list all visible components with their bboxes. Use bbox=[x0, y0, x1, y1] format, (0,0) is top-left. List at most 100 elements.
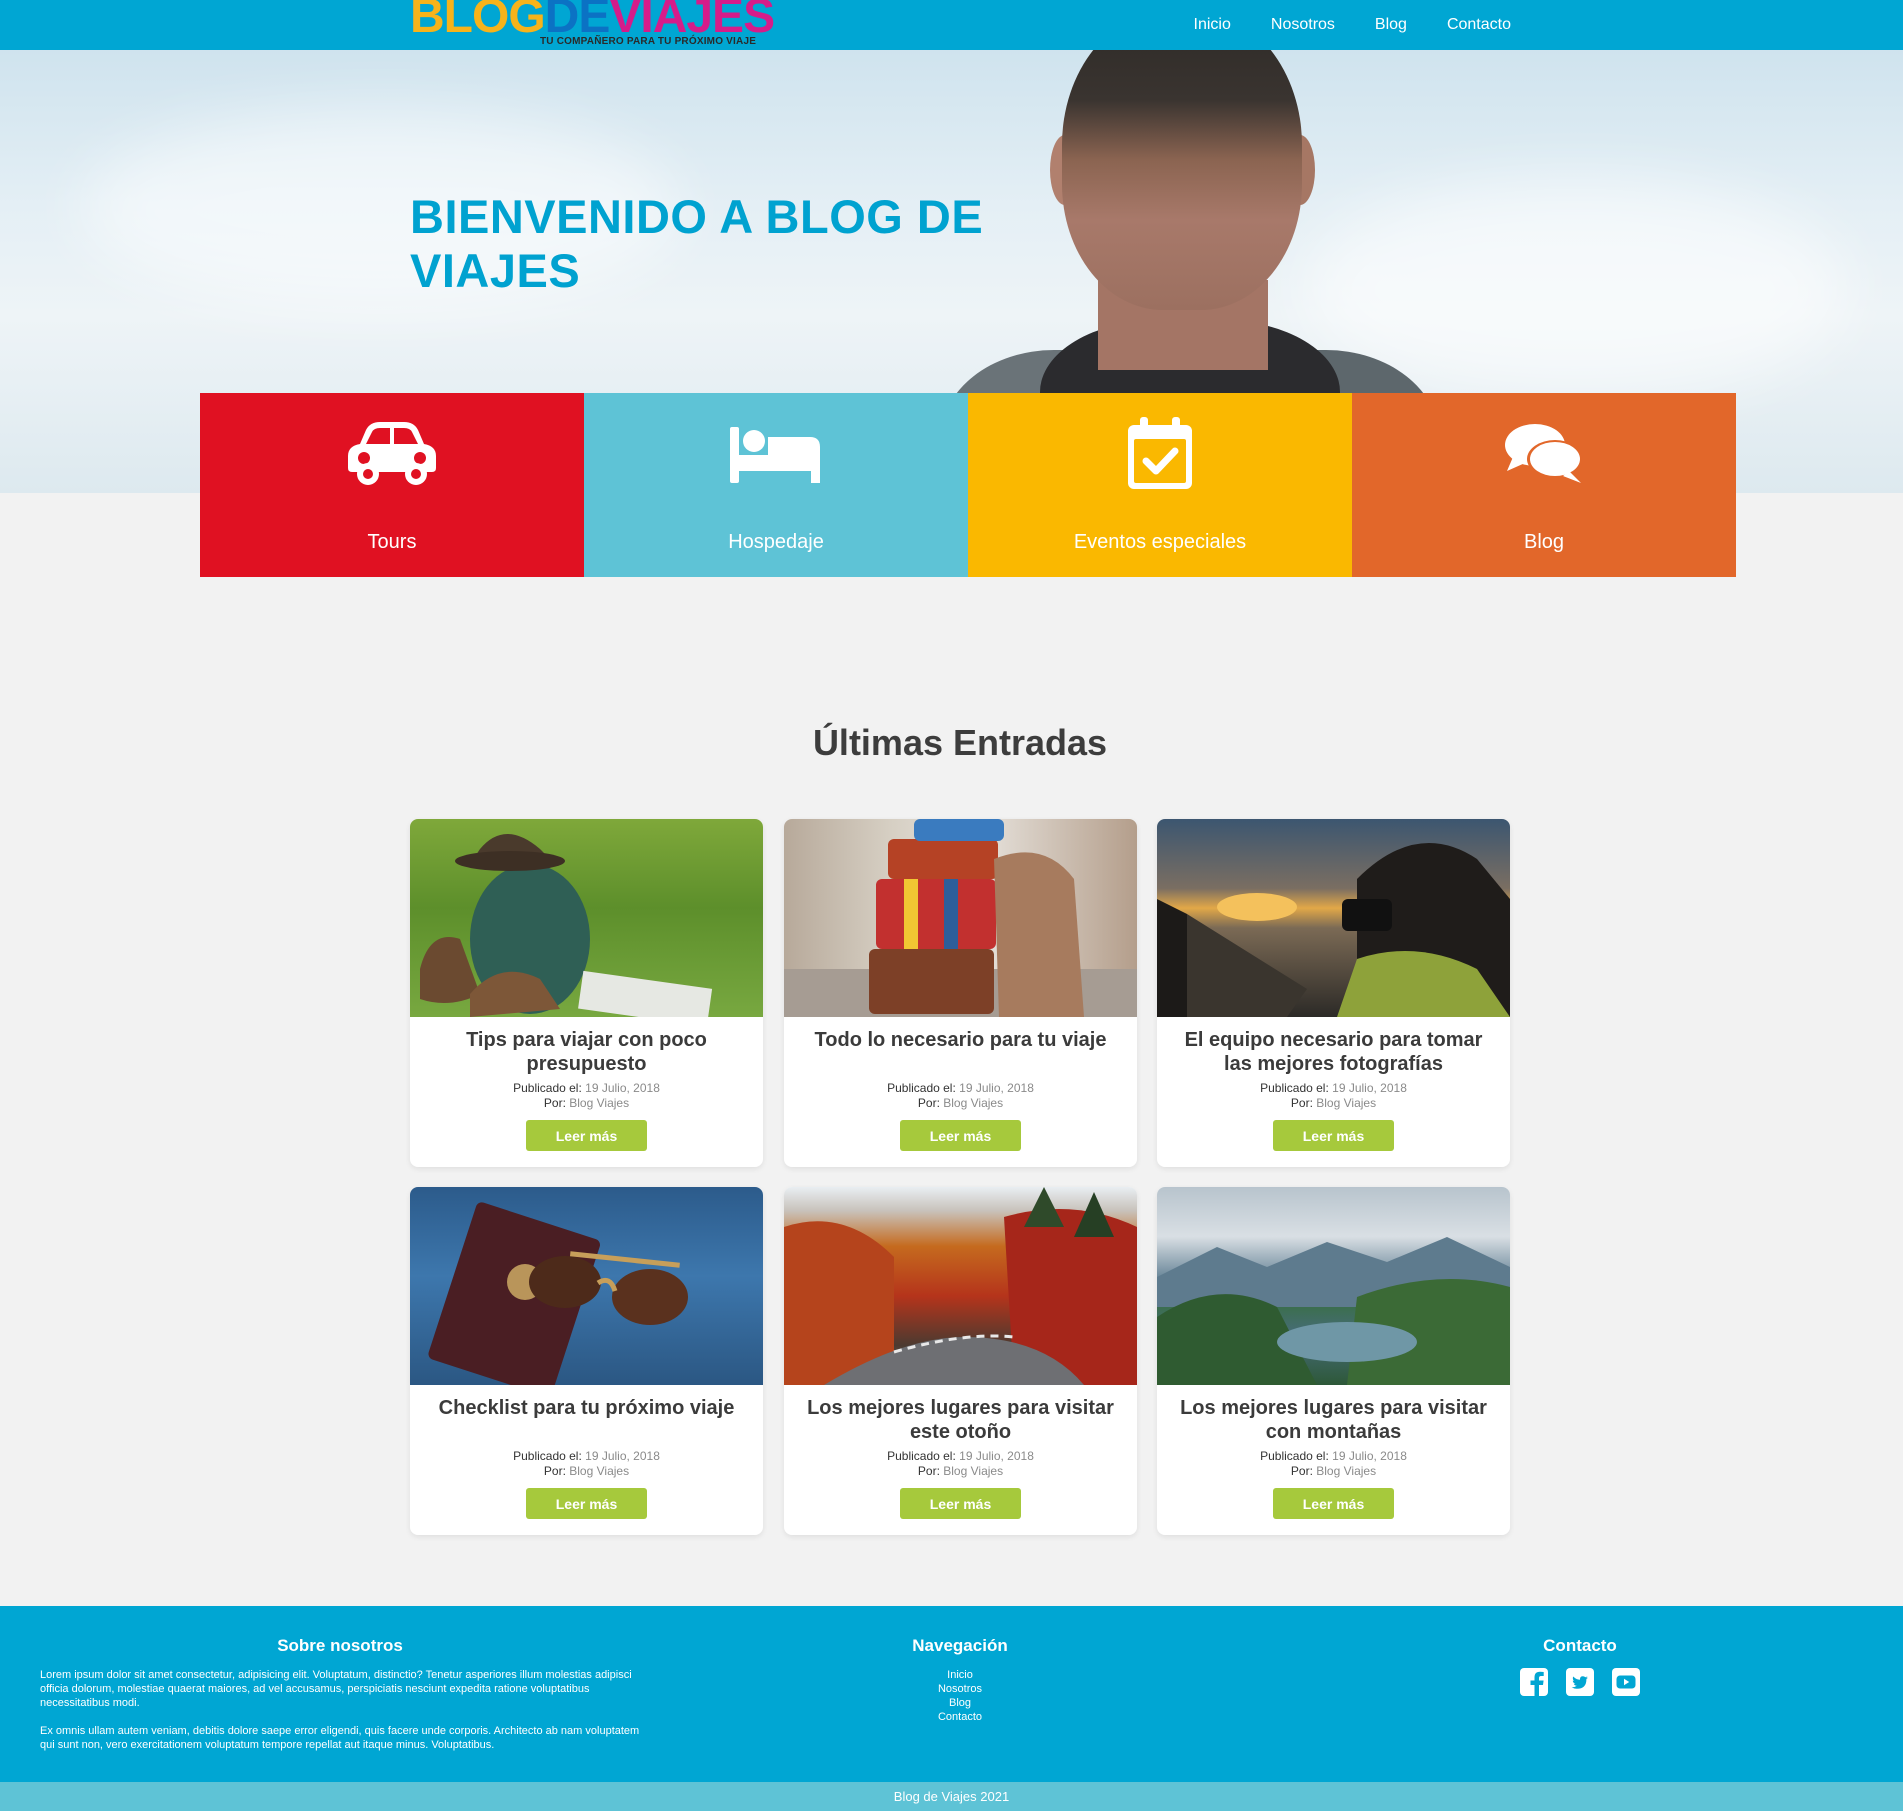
nav-link-blog[interactable]: Blog bbox=[1375, 16, 1407, 34]
youtube-icon[interactable] bbox=[1612, 1668, 1640, 1696]
service-label: Eventos especiales bbox=[1073, 531, 1247, 553]
post-date: 19 Julio, 2018 bbox=[959, 1449, 1034, 1463]
footer-about-text: Ex omnis ullam autem veniam, debitis dol… bbox=[40, 1725, 640, 1751]
post-date: 19 Julio, 2018 bbox=[1332, 1449, 1407, 1463]
service-label: Hospedaje bbox=[728, 531, 824, 553]
calendar-check-icon bbox=[968, 415, 1352, 491]
footer-link-inicio[interactable]: Inicio bbox=[860, 1668, 1060, 1682]
post-published: Publicado el: 19 Julio, 2018 bbox=[784, 1449, 1137, 1464]
nav-link-inicio[interactable]: Inicio bbox=[1194, 16, 1231, 34]
read-more-button[interactable]: Leer más bbox=[526, 1120, 647, 1151]
post-author: Por: Blog Viajes bbox=[784, 1096, 1137, 1111]
post-author-name: Blog Viajes bbox=[569, 1464, 630, 1478]
read-more-button[interactable]: Leer más bbox=[900, 1120, 1021, 1151]
service-tours[interactable]: Tours bbox=[200, 393, 584, 577]
post-date: 19 Julio, 2018 bbox=[959, 1081, 1034, 1095]
post-author-name: Blog Viajes bbox=[569, 1096, 630, 1110]
social-links bbox=[1480, 1668, 1680, 1696]
footer-contact: Contacto bbox=[1480, 1636, 1680, 1696]
site-logo[interactable]: BLOGDEVIAJES TU COMPAÑERO PARA TU PRÓXIM… bbox=[410, 0, 775, 50]
twitter-icon[interactable] bbox=[1566, 1668, 1594, 1696]
service-blog[interactable]: Blog bbox=[1352, 393, 1736, 577]
nav-link-contacto[interactable]: Contacto bbox=[1447, 16, 1511, 34]
published-label: Publicado el: bbox=[1260, 1081, 1329, 1095]
service-label: Blog bbox=[1523, 531, 1565, 553]
latest-posts-title: Últimas Entradas bbox=[812, 722, 1108, 763]
post-author: Por: Blog Viajes bbox=[410, 1464, 763, 1479]
post-title[interactable]: Los mejores lugares para visitar este ot… bbox=[798, 1396, 1123, 1444]
service-eventos-especiales[interactable]: Eventos especiales bbox=[968, 393, 1352, 577]
footer-nav-title: Navegación bbox=[912, 1636, 1008, 1655]
author-label: Por: bbox=[543, 1096, 566, 1110]
top-navbar: BLOGDEVIAJES TU COMPAÑERO PARA TU PRÓXIM… bbox=[0, 0, 1903, 50]
post-card: El equipo necesario para tomar las mejor… bbox=[1157, 819, 1510, 1167]
footer-link-blog[interactable]: Blog bbox=[860, 1696, 1060, 1710]
post-card: Los mejores lugares para visitar este ot… bbox=[784, 1187, 1137, 1535]
author-label: Por: bbox=[543, 1464, 566, 1478]
published-label: Publicado el: bbox=[887, 1081, 956, 1095]
footer-navigation: Navegación Inicio Nosotros Blog Contacto bbox=[860, 1636, 1060, 1724]
post-image[interactable] bbox=[784, 819, 1137, 1017]
bed-icon bbox=[584, 415, 968, 491]
read-more-button[interactable]: Leer más bbox=[1273, 1488, 1394, 1519]
post-date: 19 Julio, 2018 bbox=[585, 1081, 660, 1095]
read-more-button[interactable]: Leer más bbox=[526, 1488, 647, 1519]
copyright-text: Blog de Viajes 2021 bbox=[893, 1789, 1010, 1804]
service-label: Tours bbox=[367, 531, 417, 553]
read-more-button[interactable]: Leer más bbox=[1273, 1120, 1394, 1151]
post-title[interactable]: Todo lo necesario para tu viaje bbox=[798, 1028, 1123, 1052]
read-more-button[interactable]: Leer más bbox=[900, 1488, 1021, 1519]
published-label: Publicado el: bbox=[1260, 1449, 1329, 1463]
post-title[interactable]: Checklist para tu próximo viaje bbox=[424, 1396, 749, 1420]
footer-about-title: Sobre nosotros bbox=[277, 1636, 403, 1655]
post-published: Publicado el: 19 Julio, 2018 bbox=[410, 1449, 763, 1464]
author-label: Por: bbox=[1290, 1096, 1313, 1110]
post-date: 19 Julio, 2018 bbox=[585, 1449, 660, 1463]
post-image[interactable] bbox=[1157, 1187, 1510, 1385]
post-published: Publicado el: 19 Julio, 2018 bbox=[410, 1081, 763, 1096]
post-image[interactable] bbox=[410, 819, 763, 1017]
post-image[interactable] bbox=[410, 1187, 763, 1385]
author-label: Por: bbox=[1290, 1464, 1313, 1478]
post-card: Todo lo necesario para tu viaje Publicad… bbox=[784, 819, 1137, 1167]
hero-traveler-head bbox=[1062, 50, 1302, 310]
post-card: Tips para viajar con poco presupuesto Pu… bbox=[410, 819, 763, 1167]
post-author-name: Blog Viajes bbox=[1316, 1464, 1377, 1478]
post-author-name: Blog Viajes bbox=[1316, 1096, 1377, 1110]
service-hospedaje[interactable]: Hospedaje bbox=[584, 393, 968, 577]
post-image[interactable] bbox=[1157, 819, 1510, 1017]
footer-link-nosotros[interactable]: Nosotros bbox=[860, 1682, 1060, 1696]
logo-tagline: TU COMPAÑERO PARA TU PRÓXIMO VIAJE bbox=[540, 36, 757, 47]
footer-link-contacto[interactable]: Contacto bbox=[860, 1710, 1060, 1724]
post-card: Los mejores lugares para visitar con mon… bbox=[1157, 1187, 1510, 1535]
facebook-icon[interactable] bbox=[1520, 1668, 1548, 1696]
logo-part-blog: BLOG bbox=[410, 0, 546, 43]
post-author: Por: Blog Viajes bbox=[1157, 1096, 1510, 1111]
hero-title: BIENVENIDO A BLOG DE VIAJES bbox=[410, 190, 984, 297]
footer-contact-title: Contacto bbox=[1543, 1636, 1617, 1655]
comments-icon bbox=[1352, 415, 1736, 491]
published-label: Publicado el: bbox=[887, 1449, 956, 1463]
post-author: Por: Blog Viajes bbox=[1157, 1464, 1510, 1479]
post-published: Publicado el: 19 Julio, 2018 bbox=[1157, 1081, 1510, 1096]
post-card: Checklist para tu próximo viaje Publicad… bbox=[410, 1187, 763, 1535]
copyright-bar: Blog de Viajes 2021 bbox=[0, 1782, 1903, 1811]
post-author-name: Blog Viajes bbox=[943, 1096, 1004, 1110]
post-author: Por: Blog Viajes bbox=[410, 1096, 763, 1111]
post-image[interactable] bbox=[784, 1187, 1137, 1385]
post-title[interactable]: Los mejores lugares para visitar con mon… bbox=[1171, 1396, 1496, 1444]
services-strip: Tours Hospedaje Eventos especiales Blog bbox=[200, 393, 1736, 577]
author-label: Por: bbox=[917, 1096, 940, 1110]
post-author-name: Blog Viajes bbox=[943, 1464, 1004, 1478]
site-footer: Sobre nosotros Lorem ipsum dolor sit ame… bbox=[0, 1606, 1903, 1782]
nav-link-nosotros[interactable]: Nosotros bbox=[1271, 16, 1335, 34]
post-author: Por: Blog Viajes bbox=[784, 1464, 1137, 1479]
post-published: Publicado el: 19 Julio, 2018 bbox=[1157, 1449, 1510, 1464]
footer-about-text: Lorem ipsum dolor sit amet consectetur, … bbox=[40, 1669, 632, 1709]
post-date: 19 Julio, 2018 bbox=[1332, 1081, 1407, 1095]
published-label: Publicado el: bbox=[513, 1449, 582, 1463]
post-title[interactable]: Tips para viajar con poco presupuesto bbox=[424, 1028, 749, 1076]
author-label: Por: bbox=[917, 1464, 940, 1478]
car-icon bbox=[200, 415, 584, 491]
post-title[interactable]: El equipo necesario para tomar las mejor… bbox=[1171, 1028, 1496, 1076]
